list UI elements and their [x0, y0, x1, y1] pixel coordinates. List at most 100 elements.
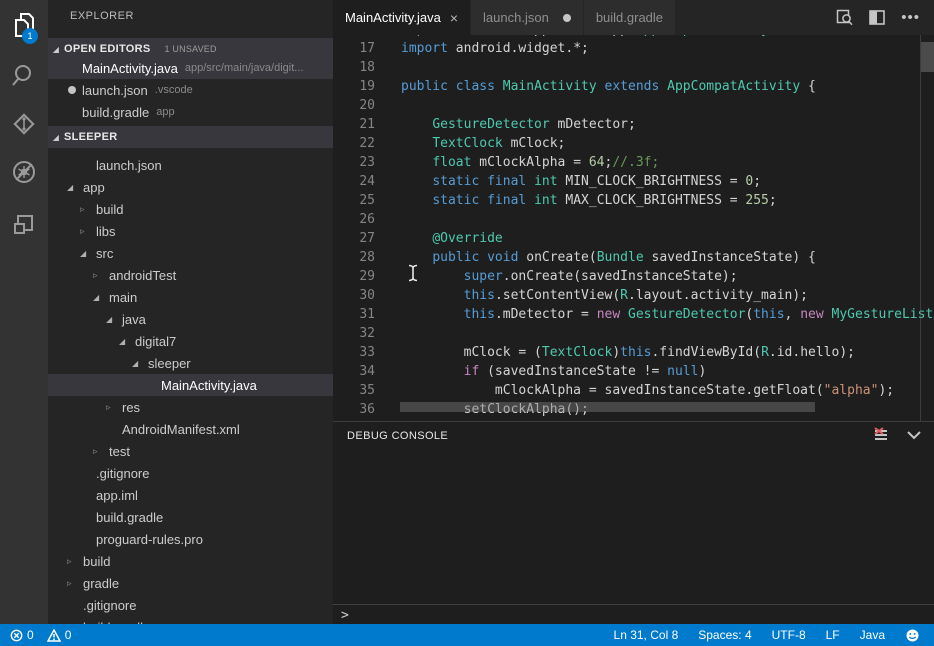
- panel-title[interactable]: DEBUG CONSOLE: [347, 430, 448, 442]
- tree-item--gitignore[interactable]: .gitignore: [48, 462, 333, 484]
- open-editor-item[interactable]: MainActivity.javaapp/src/main/java/digit…: [48, 57, 333, 79]
- no-bug-icon: [10, 158, 38, 186]
- line-number: 25: [333, 191, 375, 210]
- tree-item-test[interactable]: ▹test: [48, 440, 333, 462]
- tree-item-build[interactable]: ▹build: [48, 550, 333, 572]
- chevron-expanded-icon: ◢: [67, 183, 83, 192]
- tab-build-gradle[interactable]: build.gradle: [584, 0, 676, 35]
- code-token: ;: [753, 174, 761, 189]
- extensions-icon[interactable]: [0, 200, 48, 248]
- magnifier-icon: [11, 63, 37, 89]
- chevron-expanded-icon: ◢: [132, 359, 148, 368]
- explorer-icon[interactable]: 1: [0, 2, 48, 50]
- line-number: 33: [333, 343, 375, 362]
- code-token: int: [534, 174, 557, 189]
- code-editor[interactable]: 16import android.support.v7.app.AppCompa…: [333, 35, 934, 421]
- open-editor-description: app: [156, 106, 333, 118]
- language-mode[interactable]: Java: [860, 628, 885, 642]
- debug-console-input[interactable]: >: [333, 604, 934, 625]
- code-token: mClock;: [503, 136, 566, 151]
- code-token: super: [464, 269, 503, 284]
- code-token: [401, 288, 464, 303]
- dirty-indicator-slot: [68, 86, 82, 94]
- chevron-collapsed-icon: ▹: [67, 578, 83, 589]
- tab-mainactivity-java[interactable]: MainActivity.java×: [333, 0, 471, 35]
- chevron-expanded-icon: ◢: [93, 293, 109, 302]
- tree-item-androidmanifest-xml[interactable]: AndroidManifest.xml: [48, 418, 333, 440]
- code-token: class: [456, 79, 495, 94]
- code-token: [597, 79, 605, 94]
- debug-icon[interactable]: [0, 148, 48, 196]
- code-token: static: [432, 174, 479, 189]
- tree-item-label: build: [96, 202, 123, 217]
- code-token: final: [487, 174, 526, 189]
- scrollbar-thumb[interactable]: [921, 42, 934, 72]
- tree-item-sleeper[interactable]: ◢sleeper: [48, 352, 333, 374]
- code-token: [401, 193, 432, 208]
- feedback-smiley-icon[interactable]: [905, 628, 920, 643]
- tree-item-app[interactable]: ◢app: [48, 176, 333, 198]
- tree-item-build-gradle[interactable]: build.gradle: [48, 616, 333, 624]
- indentation[interactable]: Spaces: 4: [698, 628, 751, 642]
- clear-console-icon[interactable]: [872, 427, 890, 443]
- editor-horizontal-scrollbar[interactable]: [400, 402, 815, 412]
- tree-item-label: app: [83, 180, 105, 195]
- tree-item-java[interactable]: ◢java: [48, 308, 333, 330]
- eol[interactable]: LF: [826, 628, 840, 642]
- tree-item-src[interactable]: ◢src: [48, 242, 333, 264]
- folder-section-header[interactable]: ◢ SLEEPER: [48, 126, 333, 148]
- code-token: [526, 193, 534, 208]
- tree-item-androidtest[interactable]: ▹androidTest: [48, 264, 333, 286]
- tree-item-label: java: [122, 312, 146, 327]
- encoding[interactable]: UTF-8: [772, 628, 806, 642]
- code-token: ;: [769, 35, 777, 37]
- tab-launch-json[interactable]: launch.json: [471, 0, 584, 35]
- code-token: 255: [745, 193, 768, 208]
- tree-item-label: src: [96, 246, 113, 261]
- status-right: Ln 31, Col 8 Spaces: 4 UTF-8 LF Java: [614, 628, 920, 643]
- tree-item-digital7[interactable]: ◢digital7: [48, 330, 333, 352]
- tree-item-proguard-rules-pro[interactable]: proguard-rules.pro: [48, 528, 333, 550]
- source-control-icon[interactable]: [0, 100, 48, 148]
- status-problems[interactable]: 0 0: [10, 628, 71, 642]
- code-token: public: [432, 250, 479, 265]
- code-token: MAX_CLOCK_BRIGHTNESS =: [558, 193, 746, 208]
- code-line: super.onCreate(savedInstanceState);: [401, 267, 738, 286]
- chevron-collapsed-icon: ▹: [67, 556, 83, 567]
- line-number: 34: [333, 362, 375, 381]
- tree-item-launch-json[interactable]: launch.json: [48, 154, 333, 176]
- tree-item-libs[interactable]: ▹libs: [48, 220, 333, 242]
- open-editor-item[interactable]: launch.json.vscode: [48, 79, 333, 101]
- code-token: new: [800, 307, 823, 322]
- tree-item-main[interactable]: ◢main: [48, 286, 333, 308]
- open-editor-item[interactable]: build.gradleapp: [48, 101, 333, 123]
- editor-group: MainActivity.java×launch.jsonbuild.gradl…: [333, 0, 934, 624]
- code-token: public: [401, 79, 448, 94]
- tree-item-build[interactable]: ▹build: [48, 198, 333, 220]
- close-panel-chevron-icon[interactable]: [906, 430, 922, 440]
- code-token: if: [464, 364, 480, 379]
- tree-item-res[interactable]: ▹res: [48, 396, 333, 418]
- tree-item-app-iml[interactable]: app.iml: [48, 484, 333, 506]
- line-number: 21: [333, 115, 375, 134]
- code-token: (savedInstanceState !=: [479, 364, 667, 379]
- code-token: [824, 307, 832, 322]
- editor-vertical-scrollbar[interactable]: [920, 35, 934, 421]
- open-preview-icon[interactable]: [836, 9, 853, 26]
- code-token: extends: [605, 79, 660, 94]
- code-token: float: [432, 155, 471, 170]
- tree-item-label: build: [83, 554, 110, 569]
- split-editor-icon[interactable]: [869, 10, 885, 25]
- cursor-position[interactable]: Ln 31, Col 8: [614, 628, 679, 642]
- tree-item-build-gradle[interactable]: build.gradle: [48, 506, 333, 528]
- tab-close-icon[interactable]: ×: [450, 11, 458, 25]
- code-token: savedInstanceState) {: [644, 250, 816, 265]
- more-actions-icon[interactable]: •••: [901, 9, 920, 26]
- tree-item--gitignore[interactable]: .gitignore: [48, 594, 333, 616]
- search-icon[interactable]: [0, 52, 48, 100]
- tree-item-mainactivity-java[interactable]: MainActivity.java: [48, 374, 333, 396]
- tree-item-gradle[interactable]: ▹gradle: [48, 572, 333, 594]
- code-line: public void onCreate(Bundle savedInstanc…: [401, 248, 816, 267]
- code-token: mClock = (: [401, 345, 542, 360]
- tree-item-label: test: [109, 444, 130, 459]
